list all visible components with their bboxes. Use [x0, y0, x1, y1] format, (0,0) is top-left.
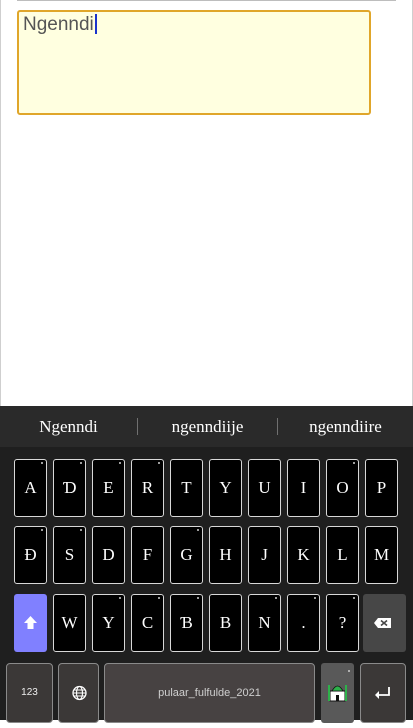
- key-label: K: [297, 545, 310, 564]
- suggestion-1[interactable]: Ngenndi: [0, 406, 137, 447]
- numbers-key-label: 123: [21, 687, 38, 698]
- key-r[interactable]: R: [131, 459, 164, 517]
- key-label: H: [219, 545, 232, 564]
- key-s[interactable]: S: [53, 526, 86, 584]
- key-label: G: [180, 545, 193, 564]
- long-press-dot: [80, 529, 82, 531]
- key-d-african[interactable]: Ɖ: [14, 526, 47, 584]
- suggestion-2[interactable]: ngenndiije: [138, 406, 277, 447]
- long-press-dot: [158, 462, 160, 464]
- shift-arrow-icon: [24, 616, 37, 629]
- key-a[interactable]: A: [14, 459, 47, 517]
- text-editor[interactable]: Ngenndi: [17, 10, 371, 115]
- key-label: F: [142, 545, 153, 564]
- backspace-icon: [374, 618, 391, 628]
- key-y-hook[interactable]: Y: [92, 594, 125, 652]
- key-c[interactable]: C: [131, 594, 164, 652]
- key-j[interactable]: J: [248, 526, 281, 584]
- key-o[interactable]: O: [326, 459, 359, 517]
- key-label: A: [24, 478, 37, 497]
- key-label: D: [102, 545, 115, 564]
- key-label: Ɗ: [62, 478, 77, 497]
- globe-key[interactable]: [58, 663, 99, 723]
- key-m[interactable]: M: [365, 526, 398, 584]
- key-e[interactable]: E: [92, 459, 125, 517]
- top-divider: [17, 0, 396, 1]
- key-l[interactable]: L: [326, 526, 359, 584]
- key-label: Y: [102, 613, 115, 632]
- key-label: S: [64, 545, 75, 564]
- space-bar[interactable]: pulaar_fulfulde_2021: [104, 663, 315, 723]
- long-press-dot: [80, 462, 82, 464]
- key-label: Y: [219, 478, 232, 497]
- key-label: ?: [338, 613, 347, 632]
- suggestion-3[interactable]: ngenndiire: [278, 406, 413, 447]
- key-label: N: [258, 613, 271, 632]
- key-label: L: [337, 545, 348, 564]
- key-w[interactable]: W: [53, 594, 86, 652]
- key-k[interactable]: K: [287, 526, 320, 584]
- key-d[interactable]: D: [92, 526, 125, 584]
- key-d-hook[interactable]: Ɗ: [53, 459, 86, 517]
- long-press-dot: [197, 529, 199, 531]
- space-bar-label: pulaar_fulfulde_2021: [158, 687, 261, 699]
- key-label: T: [181, 478, 192, 497]
- key-question[interactable]: ?: [326, 594, 359, 652]
- long-press-dot: [119, 597, 121, 599]
- key-label: O: [336, 478, 349, 497]
- long-press-dot: [353, 597, 355, 599]
- suggestion-bar: Ngenndi ngenndiije ngenndiire: [0, 406, 413, 447]
- key-n[interactable]: N: [248, 594, 281, 652]
- numbers-key[interactable]: 123: [6, 663, 53, 723]
- editor-text: Ngenndi: [23, 14, 94, 35]
- key-label: C: [141, 613, 154, 632]
- long-press-dot: [41, 462, 43, 464]
- long-press-dot: [314, 597, 316, 599]
- key-p[interactable]: P: [365, 459, 398, 517]
- enter-key[interactable]: [360, 663, 406, 723]
- enter-icon: [375, 687, 390, 699]
- key-label: P: [376, 478, 387, 497]
- mosque-keyboard-icon: [328, 670, 350, 702]
- key-label: M: [373, 545, 390, 564]
- key-i[interactable]: I: [287, 459, 320, 517]
- key-label: I: [300, 478, 307, 497]
- key-u[interactable]: U: [248, 459, 281, 517]
- key-label: .: [301, 613, 306, 632]
- key-label: E: [103, 478, 114, 497]
- long-press-dot: [119, 462, 121, 464]
- long-press-dot: [158, 597, 160, 599]
- long-press-dot: [353, 462, 355, 464]
- key-b[interactable]: B: [209, 594, 242, 652]
- key-label: Ɖ: [24, 545, 37, 564]
- key-t[interactable]: T: [170, 459, 203, 517]
- key-label: U: [258, 478, 271, 497]
- globe-icon: [72, 685, 87, 701]
- key-f[interactable]: F: [131, 526, 164, 584]
- shift-key[interactable]: [14, 594, 47, 652]
- ime-switch-key[interactable]: [321, 663, 354, 723]
- virtual-keyboard: Ngenndi ngenndiije ngenndiire A Ɗ E R T …: [0, 406, 413, 723]
- editor-text-line: Ngenndi: [23, 14, 97, 36]
- backspace-key[interactable]: [363, 594, 406, 652]
- long-press-dot: [41, 529, 43, 531]
- key-b-hook[interactable]: Ɓ: [170, 594, 203, 652]
- key-label: W: [61, 613, 78, 632]
- key-g[interactable]: G: [170, 526, 203, 584]
- long-press-dot: [197, 597, 199, 599]
- key-label: R: [141, 478, 154, 497]
- key-period[interactable]: .: [287, 594, 320, 652]
- text-caret: [94, 14, 97, 34]
- key-label: Ɓ: [180, 613, 193, 632]
- key-h[interactable]: H: [209, 526, 242, 584]
- long-press-dot: [275, 597, 277, 599]
- key-y[interactable]: Y: [209, 459, 242, 517]
- key-label: B: [219, 613, 232, 632]
- key-label: J: [261, 545, 268, 564]
